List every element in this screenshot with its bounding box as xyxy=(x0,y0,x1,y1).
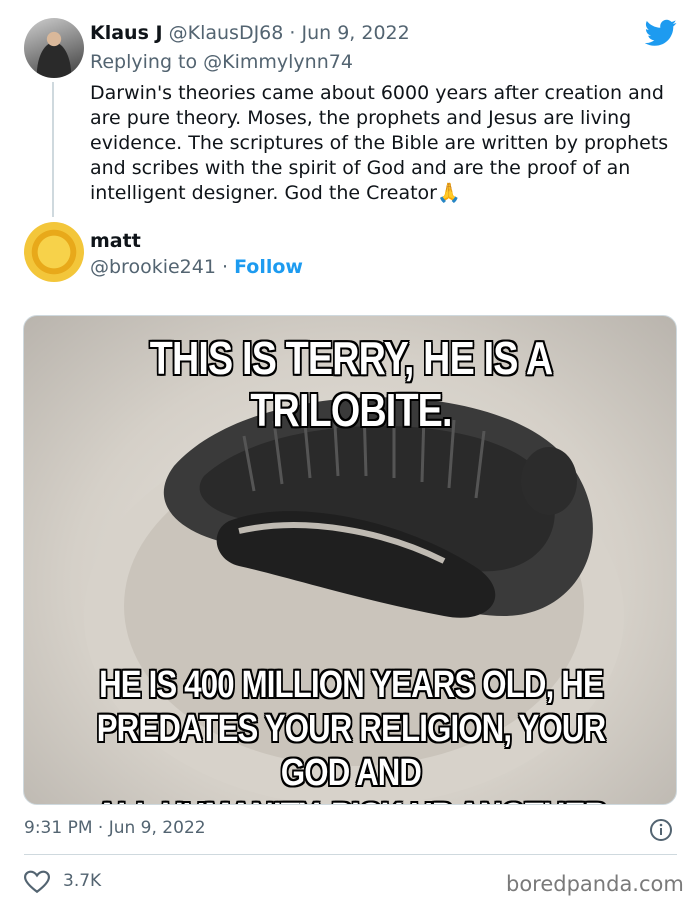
author-name[interactable]: matt xyxy=(90,230,141,252)
meme-bottom-caption: He is 400 million years old, he predates… xyxy=(83,663,619,804)
author-handle[interactable]: @brookie241 xyxy=(90,256,216,278)
reply-tweet: Klaus J @KlausDJ68 · Jun 9, 2022 Replyin… xyxy=(0,0,700,222)
meme-bottom-line: predates your religion, your god and xyxy=(96,708,606,794)
reply-tweet-header: Klaus J @KlausDJ68 · Jun 9, 2022 xyxy=(90,22,410,44)
meme-bottom-line: all humanity. Pick up another book. xyxy=(83,795,619,804)
meme-top-line: trilobite. xyxy=(250,384,452,436)
heart-icon[interactable] xyxy=(24,870,50,894)
tweet-timestamp[interactable]: 9:31 PM · Jun 9, 2022 xyxy=(24,818,206,838)
avatar[interactable] xyxy=(24,222,84,282)
tweet-date[interactable]: Jun 9, 2022 xyxy=(301,22,409,44)
author-name[interactable]: Klaus J xyxy=(90,22,163,44)
twitter-bird-icon[interactable] xyxy=(645,19,677,47)
author-handle-line: @brookie241 · Follow xyxy=(90,256,303,278)
avatar[interactable] xyxy=(24,18,84,78)
meme-top-line: This is Terry, he is a xyxy=(149,332,553,384)
timestamp-separator: · xyxy=(92,818,109,838)
author-handle[interactable]: @KlausDJ68 xyxy=(169,22,284,44)
info-icon[interactable] xyxy=(649,818,673,842)
replying-prefix: Replying to xyxy=(90,51,204,73)
replying-to-handle[interactable]: @Kimmylynn74 xyxy=(203,51,353,73)
follow-button[interactable]: Follow xyxy=(234,256,303,278)
reply-tweet-text: Darwin's theories came about 6000 years … xyxy=(90,82,669,204)
handle-separator: · xyxy=(215,256,235,278)
tweet-date: Jun 9, 2022 xyxy=(108,818,206,838)
divider xyxy=(24,854,677,855)
replying-to-line: Replying to @Kimmylynn74 xyxy=(90,51,353,73)
thread-connector-line xyxy=(52,82,54,217)
tweet-time: 9:31 PM xyxy=(24,818,93,838)
like-count[interactable]: 3.7K xyxy=(63,871,101,891)
meme-image[interactable]: This is Terry, he is a trilobite. He is … xyxy=(23,315,677,805)
meme-top-caption: This is Terry, he is a trilobite. xyxy=(83,332,619,436)
watermark: boredpanda.com xyxy=(506,872,684,896)
meme-bottom-line: He is 400 million years old, he xyxy=(99,664,604,706)
header-separator: · xyxy=(283,22,302,44)
